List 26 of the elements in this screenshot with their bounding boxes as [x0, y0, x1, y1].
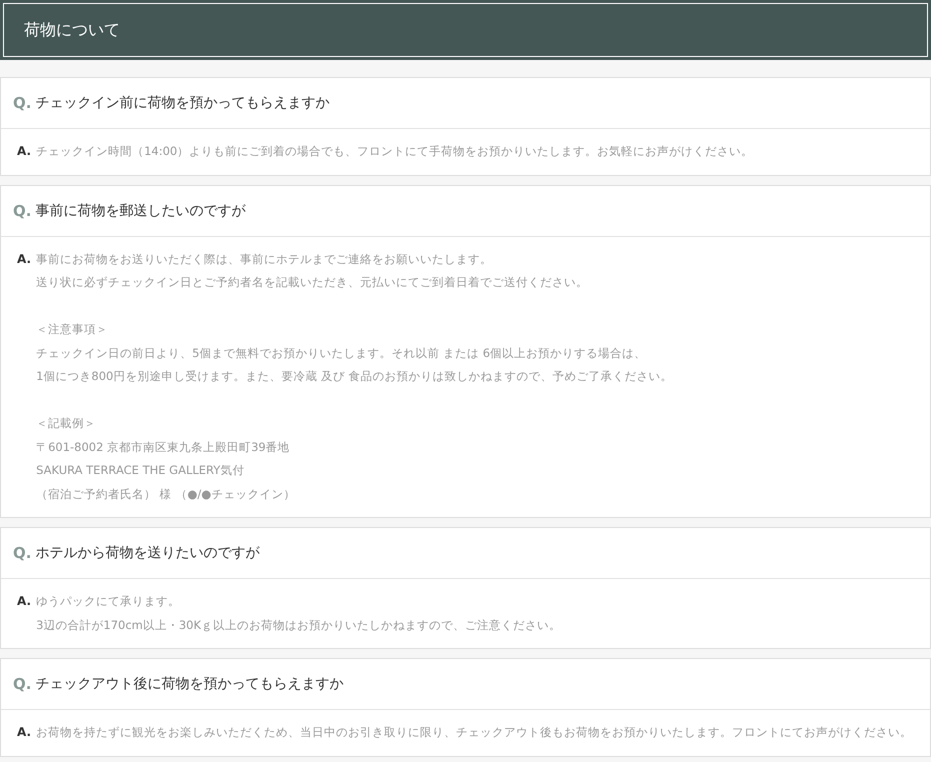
question-text: ホテルから荷物を送りたいのですが [35, 544, 260, 562]
answer-text: ＜注意事項＞ [36, 321, 110, 338]
answer-mark: A. [17, 250, 32, 268]
answer-text: 送り状に必ずチェックイン日とご予約者名を記載いただき、元払いにてご到着日着でご送付ください。 [36, 274, 590, 291]
answer-text: ＜記載例＞ [36, 415, 98, 432]
question-text: チェックイン前に荷物を預かってもらえますか [35, 94, 330, 112]
answer-text: 1個につき800円を別途申し受けます。また、要冷蔵 及び 食品のお預かりは致しかねますので、予めご了承ください。 [36, 368, 673, 385]
answer-text: （宿泊ご予約者氏名） 様 （●/●チェックイン） [36, 486, 296, 502]
answer-text: 3辺の合計が170cm以上・30Kｇ以上のお荷物はお預かりいたしかねますので、ご注意ください。 [36, 616, 562, 634]
answer-text: 〒601-8002 京都市南区東九条上殿田町39番地 [36, 438, 291, 456]
question-mark: Q. [13, 202, 32, 220]
answer-text: チェックイン日の前日より、5個まで無料でお預かりいたします。それ以前 または 6個以上お預かりする場合は、 [36, 344, 648, 362]
question-text: 事前に荷物を郵送したいのですが [35, 202, 246, 220]
answer-text: チェックイン時間（14:00）よりも前にご到着の場合でも、フロントにて手荷物をお預かりいたします。お気軽にお声がけください。 [36, 143, 754, 160]
answer-mark: A. [17, 724, 32, 741]
answer-text: SAKURA TERRACE THE GALLERY気付 [36, 462, 246, 479]
question-text: チェックアウト後に荷物を預かってもらえますか [35, 675, 344, 693]
answer-text: ゆうパックにて承ります。 [36, 593, 182, 610]
page-heading: 荷物について [0, 0, 931, 60]
answer-mark: A. [17, 593, 32, 610]
answer-text: お荷物を持たずに観光をお楽しみいただくため、当日中のお引き取りに限り、チェックアウト後もお荷物をお預かりいたします。フロントにてお声がけください。 [36, 724, 912, 741]
question-mark: Q. [13, 94, 32, 112]
answer-text: 事前にお荷物をお送りいただく際は、事前にホテルまでご連絡をお願いいたします。 [36, 250, 494, 268]
question-mark: Q. [13, 675, 32, 693]
question-mark: Q. [13, 544, 32, 562]
answer-mark: A. [17, 143, 32, 160]
